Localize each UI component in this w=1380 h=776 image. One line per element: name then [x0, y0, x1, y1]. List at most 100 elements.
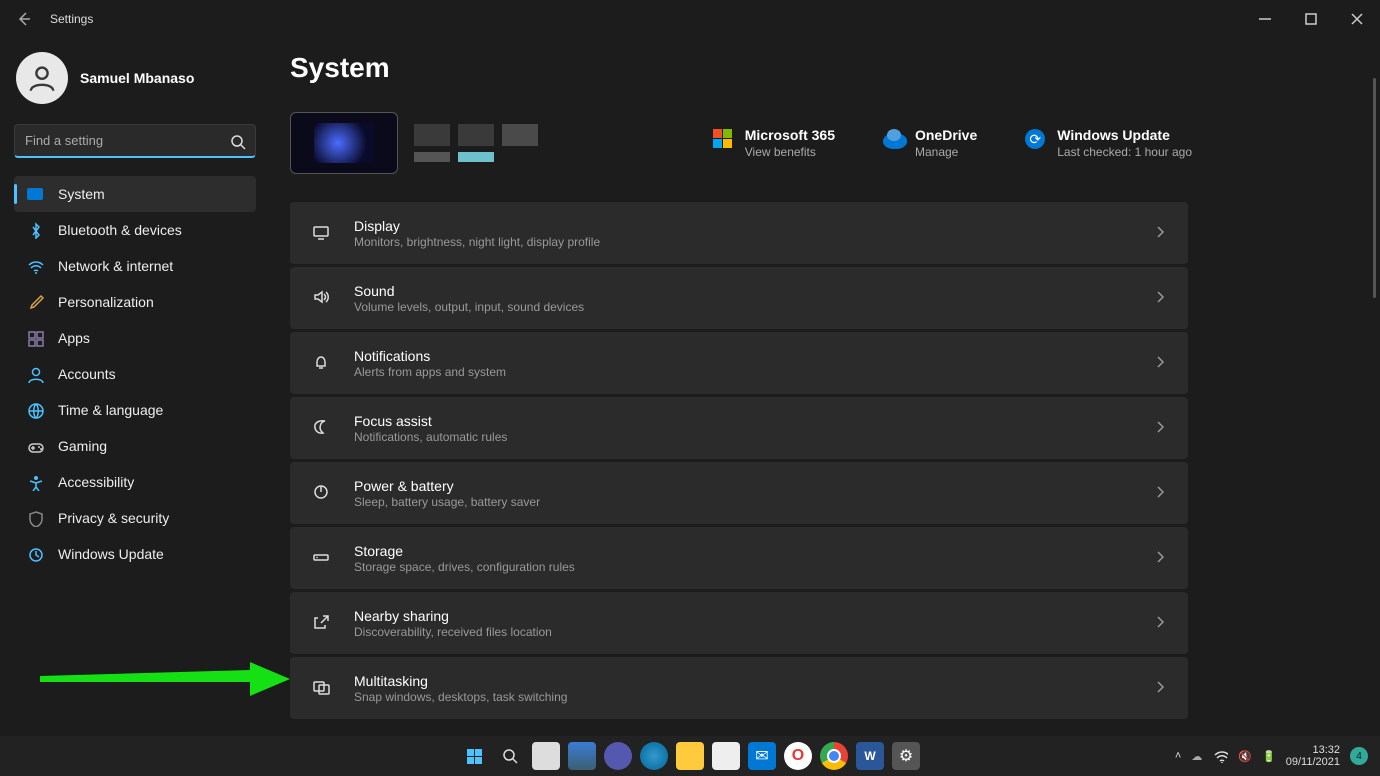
quicklink-ms365[interactable]: Microsoft 365View benefits [713, 127, 835, 159]
taskbar: ✉ O W ⚙ ˄ ☁ 🔇 🔋 13:32 09/11/2021 4 [0, 736, 1380, 776]
brush-icon [26, 293, 44, 311]
task-view-icon[interactable] [532, 742, 560, 770]
sidebar-item-bluetooth[interactable]: Bluetooth & devices [14, 212, 256, 248]
quicklink-update[interactable]: ⟳ Windows UpdateLast checked: 1 hour ago [1025, 127, 1192, 159]
edge-icon[interactable] [640, 742, 668, 770]
sidebar-item-accessibility[interactable]: Accessibility [14, 464, 256, 500]
profile-block[interactable]: Samuel Mbanaso [14, 38, 256, 124]
setting-item-notifications[interactable]: NotificationsAlerts from apps and system [290, 332, 1188, 394]
windows-update-icon: ⟳ [1025, 129, 1045, 149]
setting-subtitle: Monitors, brightness, night light, displ… [354, 235, 600, 249]
opera-icon[interactable]: O [784, 742, 812, 770]
pc-preview[interactable] [290, 112, 398, 174]
sidebar-item-gaming[interactable]: Gaming [14, 428, 256, 464]
store-icon[interactable] [712, 742, 740, 770]
back-button[interactable] [14, 9, 34, 29]
gamepad-icon [26, 437, 44, 455]
quicklink-onedrive[interactable]: OneDriveManage [883, 127, 977, 159]
multitask-icon [310, 676, 334, 700]
setting-title: Focus assist [354, 413, 507, 429]
mail-icon[interactable]: ✉ [748, 742, 776, 770]
setting-title: Display [354, 218, 600, 234]
setting-item-nearby-sharing[interactable]: Nearby sharingDiscoverability, received … [290, 592, 1188, 654]
shield-icon [26, 509, 44, 527]
apps-icon [26, 329, 44, 347]
tray-volume-icon[interactable]: 🔇 [1238, 750, 1252, 763]
maximize-button[interactable] [1288, 3, 1334, 35]
title-bar: Settings [0, 0, 1380, 38]
tray-battery-icon[interactable]: 🔋 [1262, 750, 1276, 763]
power-icon [310, 481, 334, 505]
display-icon [310, 221, 334, 245]
onedrive-icon [883, 129, 903, 149]
chevron-right-icon [1150, 352, 1168, 375]
setting-title: Sound [354, 283, 584, 299]
taskbar-search-icon[interactable] [496, 742, 524, 770]
sidebar-item-accounts[interactable]: Accounts [14, 356, 256, 392]
chrome-icon[interactable] [820, 742, 848, 770]
chevron-right-icon [1150, 677, 1168, 700]
globe-icon [26, 401, 44, 419]
accessibility-icon [26, 473, 44, 491]
chevron-right-icon [1150, 222, 1168, 245]
sidebar-item-network[interactable]: Network & internet [14, 248, 256, 284]
sidebar-item-privacy[interactable]: Privacy & security [14, 500, 256, 536]
search-box[interactable] [14, 124, 256, 158]
tray-wifi-icon[interactable] [1212, 747, 1228, 766]
taskbar-clock[interactable]: 13:32 09/11/2021 [1286, 744, 1340, 768]
sidebar-item-apps[interactable]: Apps [14, 320, 256, 356]
search-input[interactable] [14, 124, 256, 158]
setting-list: DisplayMonitors, brightness, night light… [290, 202, 1188, 719]
chevron-right-icon [1150, 287, 1168, 310]
setting-title: Nearby sharing [354, 608, 552, 624]
setting-title: Storage [354, 543, 575, 559]
search-icon [228, 132, 246, 155]
sidebar-item-time[interactable]: Time & language [14, 392, 256, 428]
setting-subtitle: Storage space, drives, configuration rul… [354, 560, 575, 574]
setting-title: Notifications [354, 348, 506, 364]
chat-icon[interactable] [604, 742, 632, 770]
sound-icon [310, 286, 334, 310]
sidebar: Samuel Mbanaso System Bluetooth & device… [0, 38, 270, 736]
setting-item-multitasking[interactable]: MultitaskingSnap windows, desktops, task… [290, 657, 1188, 719]
setting-subtitle: Notifications, automatic rules [354, 430, 507, 444]
explorer-icon[interactable] [676, 742, 704, 770]
chevron-right-icon [1150, 547, 1168, 570]
setting-item-sound[interactable]: SoundVolume levels, output, input, sound… [290, 267, 1188, 329]
main-panel: System Microsoft 365View benefits OneDri… [270, 38, 1380, 736]
widgets-icon[interactable] [568, 742, 596, 770]
sidebar-item-system[interactable]: System [14, 176, 256, 212]
storage-icon [310, 546, 334, 570]
update-icon [26, 545, 44, 563]
minimize-button[interactable] [1242, 3, 1288, 35]
setting-subtitle: Volume levels, output, input, sound devi… [354, 300, 584, 314]
tray-chevron-icon[interactable]: ˄ [1175, 750, 1181, 762]
sidebar-item-update[interactable]: Windows Update [14, 536, 256, 572]
setting-item-storage[interactable]: StorageStorage space, drives, configurat… [290, 527, 1188, 589]
system-icon [26, 185, 44, 203]
notification-badge[interactable]: 4 [1350, 747, 1368, 765]
start-button[interactable] [460, 742, 488, 770]
scrollbar[interactable] [1373, 78, 1376, 298]
settings-icon[interactable]: ⚙ [892, 742, 920, 770]
setting-title: Multitasking [354, 673, 567, 689]
theme-swatches[interactable] [414, 124, 538, 162]
setting-title: Power & battery [354, 478, 540, 494]
word-icon[interactable]: W [856, 742, 884, 770]
chevron-right-icon [1150, 612, 1168, 635]
setting-item-display[interactable]: DisplayMonitors, brightness, night light… [290, 202, 1188, 264]
close-button[interactable] [1334, 3, 1380, 35]
chevron-right-icon [1150, 482, 1168, 505]
setting-subtitle: Discoverability, received files location [354, 625, 552, 639]
nav-list: System Bluetooth & devices Network & int… [14, 176, 256, 572]
window-title: Settings [50, 12, 93, 26]
tray-onedrive-icon[interactable]: ☁ [1191, 750, 1202, 763]
share-icon [310, 611, 334, 635]
setting-item-power-battery[interactable]: Power & batterySleep, battery usage, bat… [290, 462, 1188, 524]
person-icon [26, 365, 44, 383]
setting-item-focus-assist[interactable]: Focus assistNotifications, automatic rul… [290, 397, 1188, 459]
username: Samuel Mbanaso [80, 70, 194, 86]
bluetooth-icon [26, 221, 44, 239]
sidebar-item-personalization[interactable]: Personalization [14, 284, 256, 320]
moon-icon [310, 416, 334, 440]
